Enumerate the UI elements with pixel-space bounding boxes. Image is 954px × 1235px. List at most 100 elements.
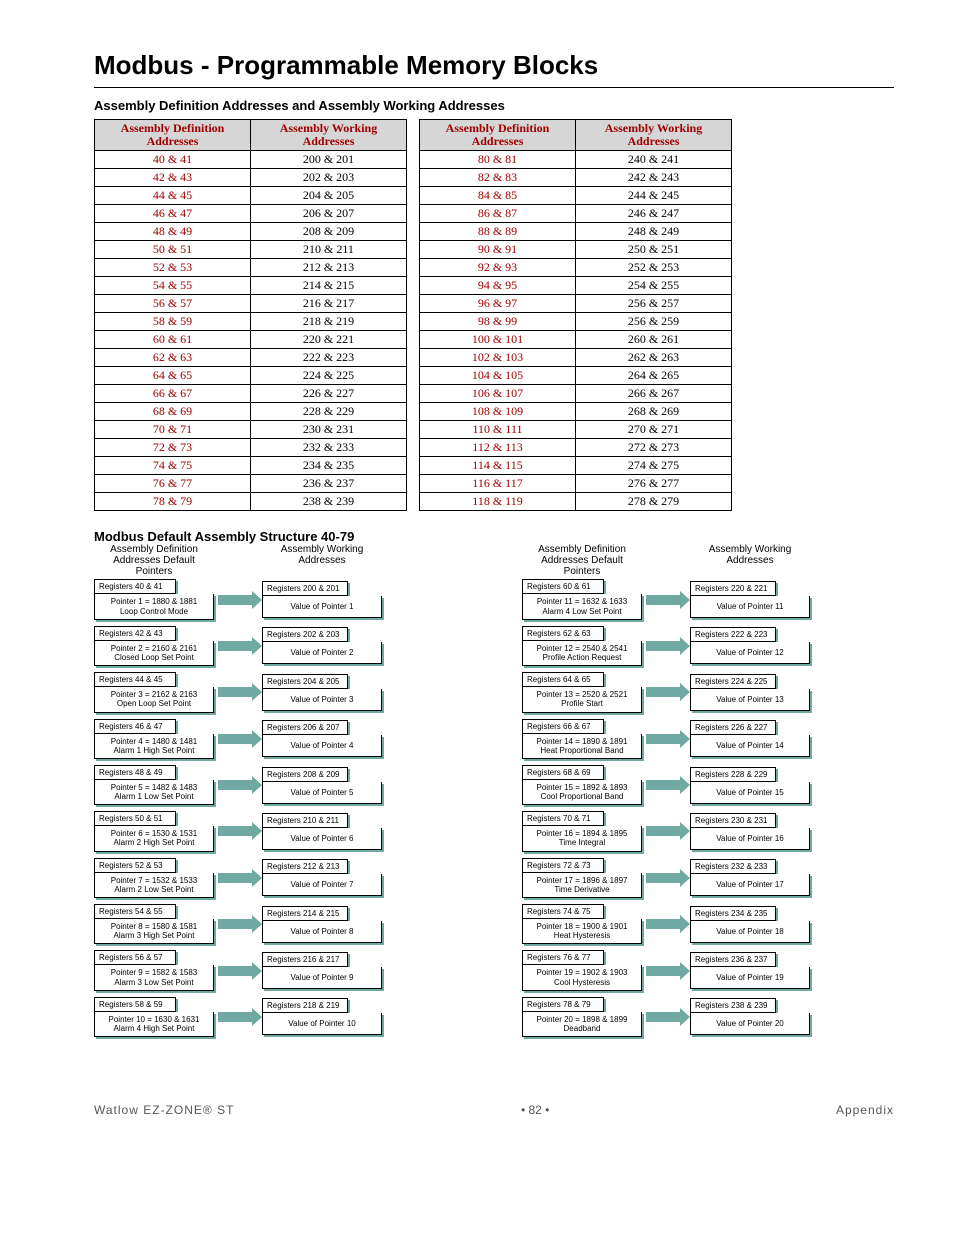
def-cell: 84 & 85	[420, 187, 576, 205]
wrk-reg: Registers 232 & 233	[690, 859, 776, 874]
def-cell: 86 & 87	[420, 205, 576, 223]
table-row: 102 & 103262 & 263	[420, 349, 732, 367]
wrk-val: Value of Pointer 2	[262, 642, 382, 664]
pointer-pair: Registers 54 & 55Pointer 8 = 1580 & 1581…	[94, 904, 382, 944]
table-row: 52 & 53212 & 213	[95, 259, 407, 277]
wrk-cell: 256 & 257	[576, 295, 732, 313]
arrow-icon	[642, 685, 690, 699]
def-reg: Registers 70 & 71	[522, 811, 604, 826]
def-cell: 40 & 41	[95, 151, 251, 169]
pointer-pair: Registers 42 & 43Pointer 2 = 2160 & 2161…	[94, 626, 382, 666]
wrk-reg: Registers 236 & 237	[690, 952, 776, 967]
wrk-cell: 276 & 277	[576, 475, 732, 493]
table-row: 88 & 89248 & 249	[420, 223, 732, 241]
table-row: 116 & 117276 & 277	[420, 475, 732, 493]
arrow-icon	[214, 685, 262, 699]
pointer-pair: Registers 48 & 49Pointer 5 = 1482 & 1483…	[94, 765, 382, 805]
wrk-cell: 200 & 201	[251, 151, 407, 169]
def-cell: 44 & 45	[95, 187, 251, 205]
wrk-reg: Registers 220 & 221	[690, 581, 776, 596]
wrk-val: Value of Pointer 20	[690, 1013, 810, 1035]
wrk-val: Value of Pointer 5	[262, 782, 382, 804]
def-cell: 52 & 53	[95, 259, 251, 277]
table-row: 40 & 41200 & 201	[95, 151, 407, 169]
def-ptr: Pointer 1 = 1880 & 1881Loop Control Mode	[94, 594, 214, 619]
footer-page: • 82 •	[521, 1103, 549, 1117]
arrow-icon	[214, 917, 262, 931]
wrk-cell: 250 & 251	[576, 241, 732, 259]
wrk-cell: 234 & 235	[251, 457, 407, 475]
def-reg: Registers 40 & 41	[94, 579, 176, 594]
table-row: 78 & 79238 & 239	[95, 493, 407, 511]
def-box: Registers 70 & 71Pointer 16 = 1894 & 189…	[522, 811, 642, 851]
def-cell: 64 & 65	[95, 367, 251, 385]
arrow-icon	[214, 778, 262, 792]
table-row: 106 & 107266 & 267	[420, 385, 732, 403]
def-ptr: Pointer 16 = 1894 & 1895Time Integral	[522, 826, 642, 851]
head-wrk: Assembly Working Addresses	[690, 544, 810, 577]
section-subtitle-1: Assembly Definition Addresses and Assemb…	[94, 98, 894, 113]
def-box: Registers 76 & 77Pointer 19 = 1902 & 190…	[522, 950, 642, 990]
table-row: 54 & 55214 & 215	[95, 277, 407, 295]
wrk-val: Value of Pointer 12	[690, 642, 810, 664]
def-ptr: Pointer 18 = 1900 & 1901Heat Hysteresis	[522, 919, 642, 944]
wrk-box: Registers 204 & 205Value of Pointer 3	[262, 674, 382, 711]
table-row: 50 & 51210 & 211	[95, 241, 407, 259]
wrk-box: Registers 222 & 223Value of Pointer 12	[690, 627, 810, 664]
wrk-cell: 270 & 271	[576, 421, 732, 439]
wrk-reg: Registers 234 & 235	[690, 906, 776, 921]
wrk-cell: 240 & 241	[576, 151, 732, 169]
pointer-pair: Registers 46 & 47Pointer 4 = 1480 & 1481…	[94, 719, 382, 759]
arrow-icon	[214, 1010, 262, 1024]
wrk-box: Registers 212 & 213Value of Pointer 7	[262, 859, 382, 896]
wrk-cell: 232 & 233	[251, 439, 407, 457]
def-ptr: Pointer 19 = 1902 & 1903Cool Hysteresis	[522, 965, 642, 990]
def-cell: 42 & 43	[95, 169, 251, 187]
def-box: Registers 48 & 49Pointer 5 = 1482 & 1483…	[94, 765, 214, 805]
wrk-cell: 222 & 223	[251, 349, 407, 367]
table-row: 48 & 49208 & 209	[95, 223, 407, 241]
wrk-box: Registers 202 & 203Value of Pointer 2	[262, 627, 382, 664]
arrow-icon	[214, 593, 262, 607]
def-cell: 112 & 113	[420, 439, 576, 457]
wrk-cell: 246 & 247	[576, 205, 732, 223]
wrk-val: Value of Pointer 4	[262, 735, 382, 757]
def-box: Registers 74 & 75Pointer 18 = 1900 & 190…	[522, 904, 642, 944]
wrk-val: Value of Pointer 8	[262, 921, 382, 943]
wrk-cell: 214 & 215	[251, 277, 407, 295]
wrk-cell: 256 & 259	[576, 313, 732, 331]
table-row: 62 & 63222 & 223	[95, 349, 407, 367]
th-def: Assembly Definition Addresses	[420, 120, 576, 151]
def-ptr: Pointer 12 = 2540 & 2541Profile Action R…	[522, 641, 642, 666]
pointer-pair: Registers 74 & 75Pointer 18 = 1900 & 190…	[522, 904, 810, 944]
table-row: 84 & 85244 & 245	[420, 187, 732, 205]
th-wrk: Assembly Working Addresses	[251, 120, 407, 151]
def-box: Registers 46 & 47Pointer 4 = 1480 & 1481…	[94, 719, 214, 759]
def-reg: Registers 48 & 49	[94, 765, 176, 780]
wrk-cell: 272 & 273	[576, 439, 732, 457]
def-cell: 94 & 95	[420, 277, 576, 295]
def-box: Registers 66 & 67Pointer 14 = 1890 & 189…	[522, 719, 642, 759]
def-reg: Registers 66 & 67	[522, 719, 604, 734]
def-ptr: Pointer 10 = 1630 & 1631Alarm 4 High Set…	[94, 1012, 214, 1037]
title-rule	[94, 87, 894, 88]
table-row: 76 & 77236 & 237	[95, 475, 407, 493]
def-box: Registers 60 & 61Pointer 11 = 1632 & 163…	[522, 579, 642, 619]
arrow-icon	[642, 732, 690, 746]
section-subtitle-2: Modbus Default Assembly Structure 40-79	[94, 529, 894, 544]
def-cell: 88 & 89	[420, 223, 576, 241]
arrow-icon	[642, 639, 690, 653]
def-ptr: Pointer 2 = 2160 & 2161Closed Loop Set P…	[94, 641, 214, 666]
arrow-icon	[214, 732, 262, 746]
wrk-val: Value of Pointer 18	[690, 921, 810, 943]
def-box: Registers 58 & 59Pointer 10 = 1630 & 163…	[94, 997, 214, 1037]
wrk-reg: Registers 226 & 227	[690, 720, 776, 735]
def-reg: Registers 68 & 69	[522, 765, 604, 780]
def-box: Registers 78 & 79Pointer 20 = 1898 & 189…	[522, 997, 642, 1037]
pointer-pair: Registers 58 & 59Pointer 10 = 1630 & 163…	[94, 997, 382, 1037]
table-row: 92 & 93252 & 253	[420, 259, 732, 277]
wrk-cell: 210 & 211	[251, 241, 407, 259]
wrk-cell: 248 & 249	[576, 223, 732, 241]
wrk-reg: Registers 230 & 231	[690, 813, 776, 828]
def-ptr: Pointer 17 = 1896 & 1897Time Derivative	[522, 873, 642, 898]
